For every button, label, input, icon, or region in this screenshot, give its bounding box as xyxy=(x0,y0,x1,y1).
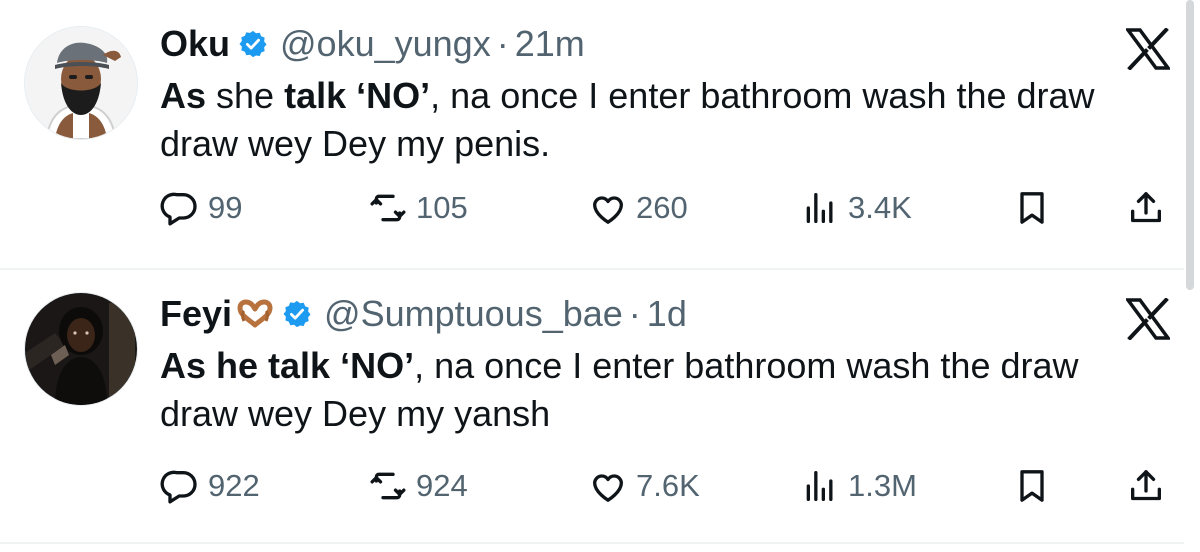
reply-button[interactable]: 99 xyxy=(160,186,242,230)
like-count: 260 xyxy=(636,190,688,225)
tweet-text-run xyxy=(346,75,356,116)
like-icon xyxy=(588,188,628,228)
verified-badge-icon xyxy=(282,299,312,329)
reply-button[interactable]: 922 xyxy=(160,464,260,508)
man-with-cap-avatar-icon xyxy=(25,27,137,139)
timestamp[interactable]: 1d xyxy=(647,293,687,335)
scrollbar[interactable] xyxy=(1186,0,1194,290)
x-logo-icon xyxy=(1126,28,1170,70)
share-icon xyxy=(1126,466,1166,506)
tweet-text-bold-run: ‘NO’ xyxy=(340,345,415,386)
verified-badge-icon xyxy=(238,29,268,59)
tweet-card[interactable]: Oku @oku_yungx · 21m As she talk ‘NO’, n… xyxy=(0,0,1184,268)
woman-portrait-avatar-icon xyxy=(25,293,137,405)
tweet-card[interactable]: Feyi @Sumptuous_bae · 1d As he talk ‘NO’… xyxy=(0,270,1184,542)
timestamp[interactable]: 21m xyxy=(515,23,585,65)
views-button[interactable]: 1.3M xyxy=(800,464,917,508)
user-handle[interactable]: @oku_yungx xyxy=(280,23,491,65)
separator-dot: · xyxy=(628,293,641,334)
tweet-text-bold-run: As xyxy=(160,75,207,116)
tweet-text: As he talk ‘NO’, na once I enter bathroo… xyxy=(160,342,1180,438)
bookmark-button[interactable] xyxy=(1012,186,1052,230)
tweet-actions: 922 924 7.6K 1.3M xyxy=(160,464,1180,508)
separator-dot: · xyxy=(496,23,509,64)
repost-button[interactable]: 924 xyxy=(368,464,468,508)
like-button[interactable]: 7.6K xyxy=(588,464,700,508)
user-handle[interactable]: @Sumptuous_bae xyxy=(324,293,623,335)
heart-hands-emoji-icon xyxy=(236,299,274,329)
tweet-actions: 99 105 260 3.4K xyxy=(160,186,1180,230)
repost-button[interactable]: 105 xyxy=(368,186,468,230)
x-logo-icon xyxy=(1126,298,1170,340)
like-count: 7.6K xyxy=(636,468,700,503)
views-icon xyxy=(800,188,840,228)
repost-icon xyxy=(368,188,408,228)
tweet-divider xyxy=(0,542,1184,544)
tweet-text: As she talk ‘NO’, na once I enter bathro… xyxy=(160,72,1180,168)
avatar[interactable] xyxy=(24,26,138,140)
bookmark-icon xyxy=(1012,188,1052,228)
tweet-text-run xyxy=(330,345,340,386)
tweet-header: Oku @oku_yungx · 21m xyxy=(160,22,585,66)
share-button[interactable] xyxy=(1126,464,1166,508)
avatar[interactable] xyxy=(24,292,138,406)
like-icon xyxy=(588,466,628,506)
views-count: 3.4K xyxy=(848,190,912,225)
views-icon xyxy=(800,466,840,506)
like-button[interactable]: 260 xyxy=(588,186,688,230)
tweet-text-bold-run: talk xyxy=(284,75,347,116)
views-button[interactable]: 3.4K xyxy=(800,186,912,230)
display-name[interactable]: Oku xyxy=(160,23,230,65)
reply-count: 99 xyxy=(208,190,243,225)
tweet-text-run: she xyxy=(206,75,285,116)
reply-icon xyxy=(160,188,200,228)
repost-count: 105 xyxy=(416,190,468,225)
share-icon xyxy=(1126,188,1166,228)
repost-icon xyxy=(368,466,408,506)
reply-icon xyxy=(160,466,200,506)
repost-count: 924 xyxy=(416,468,468,503)
display-name[interactable]: Feyi xyxy=(160,293,232,335)
tweet-header: Feyi @Sumptuous_bae · 1d xyxy=(160,292,687,336)
tweet-text-bold-run: As he talk xyxy=(160,345,331,386)
bookmark-button[interactable] xyxy=(1012,464,1052,508)
tweet-text-bold-run: ‘NO’ xyxy=(356,75,431,116)
views-count: 1.3M xyxy=(848,468,917,503)
share-button[interactable] xyxy=(1126,186,1166,230)
bookmark-icon xyxy=(1012,466,1052,506)
tweet-feed: Oku @oku_yungx · 21m As she talk ‘NO’, n… xyxy=(0,0,1200,552)
reply-count: 922 xyxy=(208,468,260,503)
